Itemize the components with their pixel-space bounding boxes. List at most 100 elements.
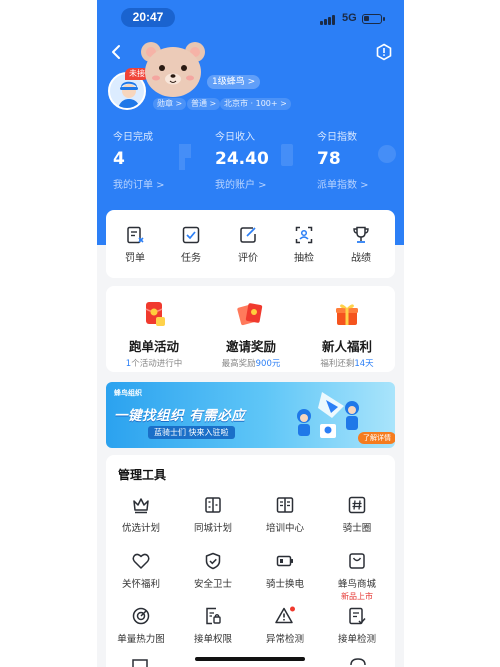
my-orders-link[interactable]: 我的订单 > xyxy=(113,176,165,191)
tool-label: 异常检测 xyxy=(265,634,304,645)
tool-item[interactable]: 骑士换电 xyxy=(250,551,320,590)
riders-illustration-icon xyxy=(297,392,359,438)
dispatch-index-link[interactable]: 派单指数 > xyxy=(317,176,369,191)
tool-label: 优选计划 xyxy=(121,523,160,534)
quick-action-label: 罚单 xyxy=(125,253,145,264)
decor-icon xyxy=(281,144,293,166)
quick-actions-card: 罚单 任务 评价 抽检 战绩 xyxy=(106,210,395,278)
tool-label: 接单权限 xyxy=(193,634,232,645)
tool-item[interactable]: 安全卫士 xyxy=(178,551,248,590)
banner-details-button[interactable]: 了解详情 xyxy=(358,432,395,444)
tool-item[interactable]: 接单检测 xyxy=(322,606,392,645)
tool-item[interactable]: 同城计划 xyxy=(178,495,248,534)
heart-icon xyxy=(132,553,150,569)
promo-card: 跑单活动 1个活动进行中 邀请奖励 最高奖励900元 新人福利 福利还剩14天 xyxy=(106,286,395,372)
decor-icon xyxy=(179,144,191,170)
tool-new-tag: 新品上市 xyxy=(341,592,373,601)
decor-icon xyxy=(378,145,396,163)
promo-subtitle: 1个活动进行中 xyxy=(125,359,183,369)
warning-icon xyxy=(275,606,295,624)
city-tag[interactable]: 北京市 · 100+ > xyxy=(220,98,291,110)
stat-value-completed: 4 xyxy=(113,149,125,169)
quick-action-ticket[interactable]: 罚单 xyxy=(110,225,160,264)
network-type: 5G xyxy=(342,12,357,24)
shield-icon xyxy=(205,552,221,570)
signal-icon xyxy=(320,15,338,25)
cards-icon xyxy=(237,303,263,326)
home-indicator[interactable] xyxy=(195,657,305,661)
promo-subtitle: 福利还剩14天 xyxy=(320,359,374,369)
medal-tag[interactable]: 勋章 > xyxy=(153,98,187,110)
tier-tag[interactable]: 普通 > xyxy=(187,98,221,110)
quick-action-label: 抽检 xyxy=(294,253,314,264)
promo-subtitle: 最高奖励900元 xyxy=(221,359,281,369)
ticket-icon xyxy=(127,226,144,244)
tool-label: 单量热力图 xyxy=(117,634,165,645)
quick-action-review[interactable]: 评价 xyxy=(223,225,273,264)
bear-sticker-icon xyxy=(137,38,209,100)
status-bar: 20:47 5G xyxy=(97,0,404,36)
promo-title: 跑单活动 xyxy=(128,339,179,354)
tool-item[interactable]: 接单权限 xyxy=(178,606,248,645)
tool-item[interactable]: 骑士圈 xyxy=(322,495,392,534)
quick-action-label: 评价 xyxy=(238,253,258,264)
scan-icon xyxy=(295,226,313,244)
phone-screen: 20:47 5G 未接 1级蜂鸟 > 勋章 > 普通 > 北京市 · 100+ … xyxy=(97,0,404,667)
back-icon[interactable] xyxy=(107,42,127,62)
organization-banner[interactable]: 蜂鸟组织 一键找组织 有需必应 蓝骑士们 快来入驻啦 了解详情 xyxy=(106,382,395,448)
tool-label: 蜂鸟商城 xyxy=(337,579,376,590)
stat-label-income: 今日收入 xyxy=(215,132,255,143)
quick-action-label: 任务 xyxy=(181,253,201,264)
tool-item[interactable]: 关怀福利 xyxy=(106,551,176,590)
banner-logo: 蜂鸟组织 xyxy=(114,389,142,397)
tool-item[interactable]: 单量热力图 xyxy=(106,606,176,645)
task-icon xyxy=(182,226,200,244)
partial-tool-icon xyxy=(350,658,366,666)
stat-value-income: 24.40 xyxy=(215,149,269,169)
gift-icon xyxy=(336,304,358,325)
promo-title: 邀请奖励 xyxy=(225,339,276,354)
target-icon xyxy=(132,607,150,625)
building-icon xyxy=(205,497,221,513)
tool-item[interactable]: 异常检测 xyxy=(250,606,320,645)
tool-item[interactable]: 培训中心 xyxy=(250,495,320,534)
quick-action-trophy[interactable]: 战绩 xyxy=(336,225,386,264)
quick-action-task[interactable]: 任务 xyxy=(166,225,216,264)
tool-label: 接单检测 xyxy=(337,634,376,645)
settings-hex-icon[interactable] xyxy=(375,43,393,61)
promo-newcomer[interactable]: 新人福利 福利还剩14天 xyxy=(302,300,392,369)
level-badge[interactable]: 1级蜂鸟 > xyxy=(207,75,261,89)
my-account-link[interactable]: 我的账户 > xyxy=(215,176,267,191)
battery-icon xyxy=(362,14,385,24)
tool-label: 关怀福利 xyxy=(121,579,160,590)
tool-item[interactable]: 蜂鸟商城 新品上市 xyxy=(322,551,392,602)
permission-icon xyxy=(206,607,221,625)
crown-icon xyxy=(133,498,149,514)
promo-invite[interactable]: 邀请奖励 最高奖励900元 xyxy=(206,300,296,369)
tool-label: 骑士圈 xyxy=(342,523,372,534)
check-doc-icon xyxy=(349,607,366,625)
hash-icon xyxy=(348,496,366,514)
promo-title: 新人福利 xyxy=(321,339,372,354)
quick-action-scan[interactable]: 抽检 xyxy=(279,225,329,264)
banner-headline: 一键找组织 有需必应 xyxy=(114,408,246,424)
header-section: 20:47 5G 未接 1级蜂鸟 > 勋章 > 普通 > 北京市 · 100+ … xyxy=(97,0,404,245)
stat-label-completed: 今日完成 xyxy=(113,132,153,143)
quick-action-label: 战绩 xyxy=(351,253,371,264)
red-packet-icon xyxy=(145,302,165,326)
tools-title: 管理工具 xyxy=(118,468,167,482)
battery-swap-icon xyxy=(276,555,293,567)
banner-subline: 蓝骑士们 快来入驻啦 xyxy=(148,426,235,439)
book-icon xyxy=(276,497,294,513)
status-time: 20:47 xyxy=(121,8,175,27)
tool-label: 骑士换电 xyxy=(265,579,304,590)
tool-label: 安全卫士 xyxy=(193,579,232,590)
tool-item[interactable]: 优选计划 xyxy=(106,495,176,534)
partial-tool-icon xyxy=(132,659,148,667)
trophy-icon xyxy=(353,226,369,243)
tool-label: 同城计划 xyxy=(193,523,232,534)
stat-label-index: 今日指数 xyxy=(317,132,357,143)
shop-icon xyxy=(349,553,365,569)
promo-running[interactable]: 跑单活动 1个活动进行中 xyxy=(109,300,199,369)
tool-label: 培训中心 xyxy=(265,523,304,534)
